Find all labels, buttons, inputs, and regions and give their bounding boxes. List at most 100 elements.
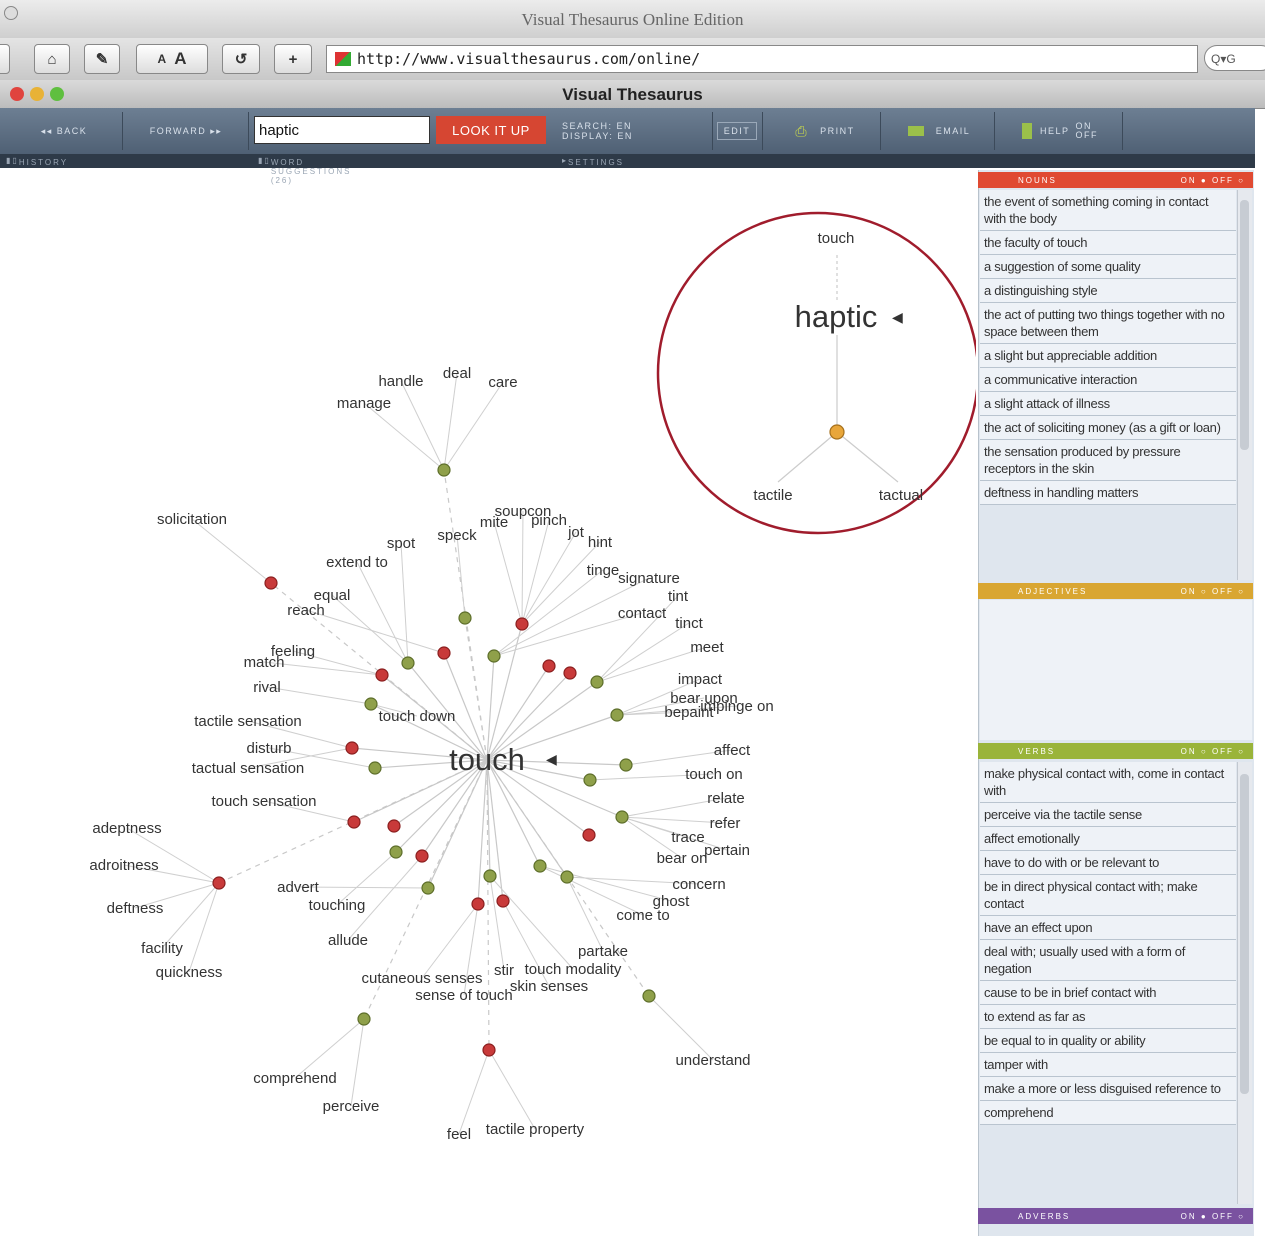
meaning-node[interactable]	[357, 1012, 371, 1026]
url-field[interactable]: http://www.visualthesaurus.com/online/	[326, 45, 1198, 73]
language-settings[interactable]: SEARCH: EN DISPLAY: EN	[556, 112, 713, 150]
inset-word-right[interactable]: tactual	[879, 487, 923, 504]
nouns-definition[interactable]: the act of putting two things together w…	[980, 303, 1236, 344]
nouns-definition[interactable]: a suggestion of some quality	[980, 255, 1236, 279]
history-toggle[interactable]: ▮▯ HISTORY	[6, 156, 66, 167]
meaning-node[interactable]	[483, 869, 497, 883]
word-node[interactable]: impact	[678, 671, 723, 688]
nouns-definition[interactable]: the sensation produced by pressure recep…	[980, 440, 1236, 481]
forward-button[interactable]: FORWARD ▸▸	[124, 112, 249, 150]
word-node[interactable]: stir	[494, 962, 514, 979]
speaker-icon[interactable]: ◀︎	[892, 309, 903, 325]
edit-icon[interactable]: ✎	[84, 44, 120, 74]
verbs-definition[interactable]: comprehend	[980, 1101, 1236, 1125]
nouns-definition[interactable]: the event of something coming in contact…	[980, 190, 1236, 231]
word-node[interactable]: manage	[337, 395, 391, 412]
adverbs-header[interactable]: ADVERBS ON ● OFF ○	[978, 1208, 1253, 1224]
meaning-node[interactable]	[563, 666, 577, 680]
word-node[interactable]: hint	[588, 534, 613, 551]
verbs-header[interactable]: VERBS ON ○ OFF ○	[978, 743, 1253, 759]
meaning-node[interactable]	[829, 424, 845, 440]
meaning-node[interactable]	[482, 1043, 496, 1057]
meaning-node[interactable]	[496, 894, 510, 908]
word-node[interactable]: skin senses	[510, 978, 588, 995]
meaning-node[interactable]	[560, 870, 574, 884]
inset-word-left[interactable]: tactile	[753, 487, 792, 504]
help-button[interactable]: HELP ON OFF	[998, 112, 1123, 150]
word-node[interactable]: come to	[616, 907, 669, 924]
word-node[interactable]: touch modality	[525, 961, 622, 978]
word-node[interactable]: touch down	[379, 708, 456, 725]
adjectives-header[interactable]: ADJECTIVES ON ○ OFF ○	[978, 583, 1253, 599]
nouns-header[interactable]: NOUNS ON ● OFF ○	[978, 172, 1253, 188]
word-node[interactable]: sense of touch	[415, 987, 513, 1004]
verbs-definition[interactable]: make a more or less disguised reference …	[980, 1077, 1236, 1101]
meaning-node[interactable]	[264, 576, 278, 590]
word-node[interactable]: spot	[387, 535, 416, 552]
word-node[interactable]: touch on	[685, 766, 743, 783]
look-it-up-button[interactable]: LOOK IT UP	[436, 116, 546, 144]
meaning-node[interactable]	[615, 810, 629, 824]
word-node[interactable]: tint	[668, 588, 689, 605]
verbs-definition[interactable]: affect emotionally	[980, 827, 1236, 851]
meaning-node[interactable]	[642, 989, 656, 1003]
center-word[interactable]: touch	[449, 742, 525, 777]
inset-center-word[interactable]: haptic	[795, 299, 878, 334]
add-bookmark-icon[interactable]: +	[274, 44, 312, 74]
word-node[interactable]: quickness	[156, 964, 223, 981]
meaning-node[interactable]	[582, 828, 596, 842]
word-node[interactable]: affect	[714, 742, 751, 759]
print-button[interactable]: ⎙ PRINT	[770, 112, 881, 150]
verbs-definition[interactable]: be equal to in quality or ability	[980, 1029, 1236, 1053]
speaker-icon[interactable]: ◀︎	[546, 751, 557, 767]
word-node[interactable]: pertain	[704, 842, 750, 859]
word-node[interactable]: adeptness	[92, 820, 161, 837]
reload-icon[interactable]: ↺	[222, 44, 260, 74]
word-node[interactable]: refer	[710, 815, 741, 832]
word-node[interactable]: speck	[437, 527, 477, 544]
text-size-icon[interactable]: AA	[136, 44, 208, 74]
word-node[interactable]: tinct	[675, 615, 703, 632]
meaning-node[interactable]	[437, 463, 451, 477]
word-node[interactable]: deal	[443, 365, 471, 382]
meaning-node[interactable]	[515, 617, 529, 631]
word-node[interactable]: reach	[287, 602, 325, 619]
meaning-node[interactable]	[364, 697, 378, 711]
meaning-node[interactable]	[583, 773, 597, 787]
meaning-node[interactable]	[387, 819, 401, 833]
verbs-definition[interactable]: cause to be in brief contact with	[980, 981, 1236, 1005]
verbs-definition[interactable]: deal with; usually used with a form of n…	[980, 940, 1236, 981]
word-node[interactable]: comprehend	[253, 1070, 336, 1087]
word-node[interactable]: contact	[618, 605, 667, 622]
word-node[interactable]: tactile property	[486, 1121, 585, 1138]
word-node[interactable]: deftness	[107, 900, 164, 917]
meaning-node[interactable]	[212, 876, 226, 890]
word-node[interactable]: touching	[309, 897, 366, 914]
word-node[interactable]: impinge on	[700, 698, 773, 715]
verbs-definition[interactable]: make physical contact with, come in cont…	[980, 762, 1236, 803]
toolbar-edge-button[interactable]	[0, 44, 10, 74]
meaning-node[interactable]	[610, 708, 624, 722]
nouns-definition[interactable]: deftness in handling matters	[980, 481, 1236, 505]
meaning-node[interactable]	[345, 741, 359, 755]
meaning-node[interactable]	[389, 845, 403, 859]
word-node[interactable]: advert	[277, 879, 320, 896]
word-node[interactable]: relate	[707, 790, 745, 807]
nouns-scrollbar[interactable]	[1237, 190, 1252, 580]
word-node[interactable]: perceive	[323, 1098, 380, 1115]
word-node[interactable]: pinch	[531, 512, 567, 529]
word-node[interactable]: handle	[378, 373, 423, 390]
meaning-node[interactable]	[368, 761, 382, 775]
meaning-node[interactable]	[458, 611, 472, 625]
word-node[interactable]: solicitation	[157, 511, 227, 528]
word-node[interactable]: understand	[675, 1052, 750, 1069]
word-node[interactable]: partake	[578, 943, 628, 960]
meaning-node[interactable]	[347, 815, 361, 829]
word-node[interactable]: disturb	[246, 740, 291, 757]
nouns-definition[interactable]: a slight but appreciable addition	[980, 344, 1236, 368]
thesaurus-graph[interactable]: managehandle dealcaresolicitation mitesoup…	[0, 170, 976, 1236]
word-node[interactable]: jot	[567, 524, 585, 541]
word-node[interactable]: touch sensation	[211, 793, 316, 810]
word-node[interactable]: match	[244, 654, 285, 671]
nouns-definition[interactable]: the act of soliciting money (as a gift o…	[980, 416, 1236, 440]
